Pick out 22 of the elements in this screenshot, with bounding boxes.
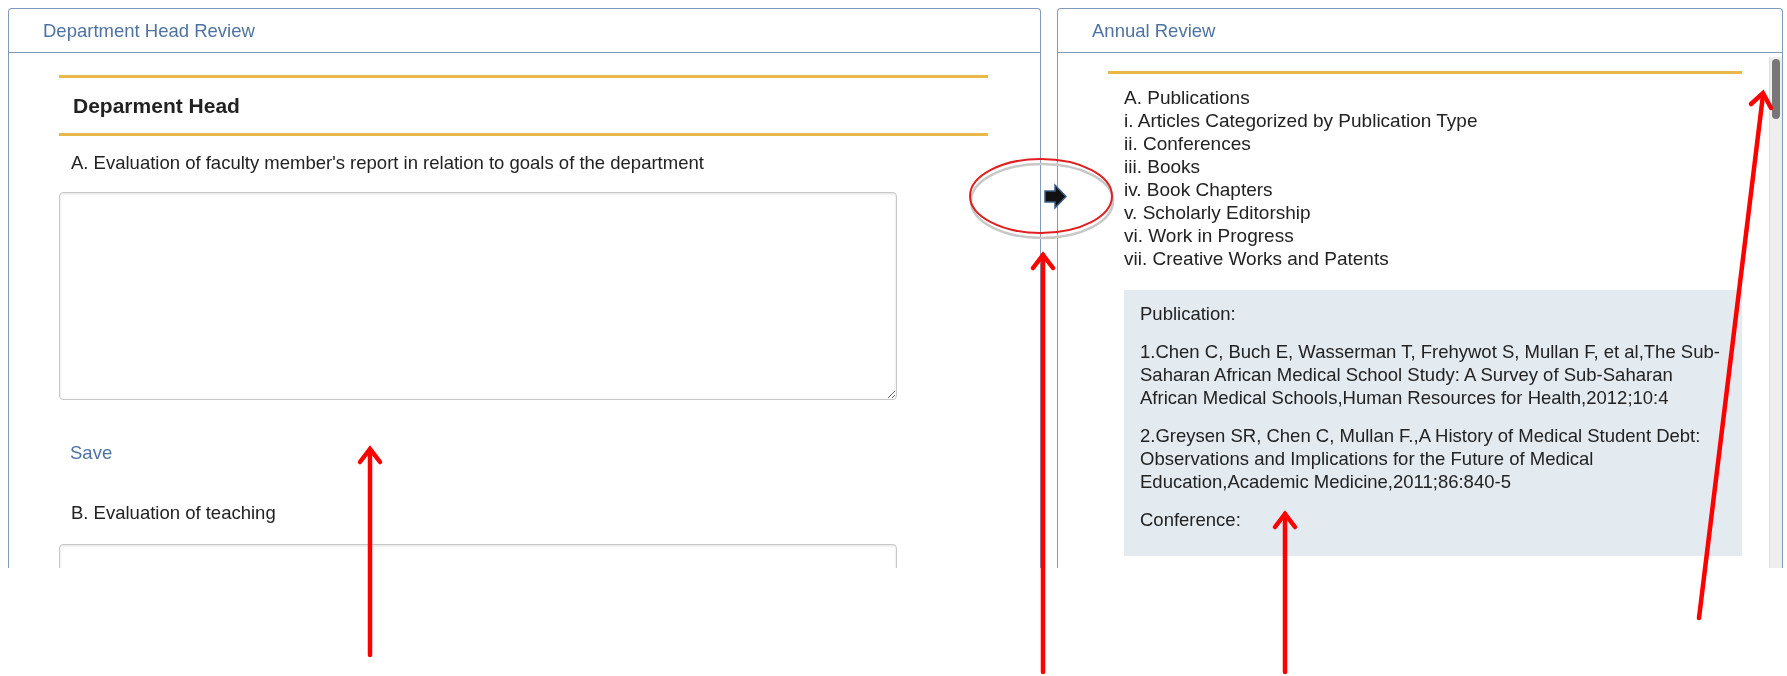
question-label: B. Evaluation of teaching: [70, 501, 277, 524]
details-text: 2.Greysen SR, Chen C, Mullan F.,A History of Medical Student Debt: Observations and Implications for the Future of Medical Education,Academic Medicine,2011;86:840-5: [1140, 424, 1702, 493]
outline-item: v. Scholarly Editorship: [1124, 201, 1312, 224]
arrow-icon[interactable]: [1044, 183, 1068, 210]
outline-item: iv. Book Chapters: [1124, 178, 1274, 201]
outline-item: ii. Conferences: [1124, 132, 1252, 155]
details-text: 1.Chen C, Buch E, Wasserman T, Frehywot S, Mullan F, et al,The Sub-Saharan African Medical School Study: A Survey of Sub-Saharan African Medical Schools,Human Resources for Health,2012;10:4: [1140, 340, 1721, 409]
outline-item: vi. Work in Progress: [1124, 224, 1295, 247]
scrollbar-thumb[interactable]: [1772, 59, 1780, 119]
details-text: Conference:: [1140, 508, 1242, 531]
save-link[interactable]: Save: [70, 442, 113, 464]
section-heading: Deparment Head: [72, 93, 241, 119]
outline-item: A. Publications: [1124, 86, 1251, 109]
outline-item: vii. Creative Works and Patents: [1124, 247, 1390, 270]
outline-item: i. Articles Categorized by Publication Type: [1124, 109, 1479, 132]
details-text: Publication:: [1140, 302, 1237, 325]
answer-field[interactable]: [59, 192, 897, 400]
question-label: A. Evaluation of faculty member's report in relation to goals of the department: [70, 151, 705, 174]
panel-title: Department Head Review: [43, 18, 255, 43]
panel-title: Annual Review: [1092, 18, 1216, 43]
scrollbar[interactable]: [1769, 57, 1782, 568]
outline-item: iii. Books: [1124, 155, 1202, 178]
